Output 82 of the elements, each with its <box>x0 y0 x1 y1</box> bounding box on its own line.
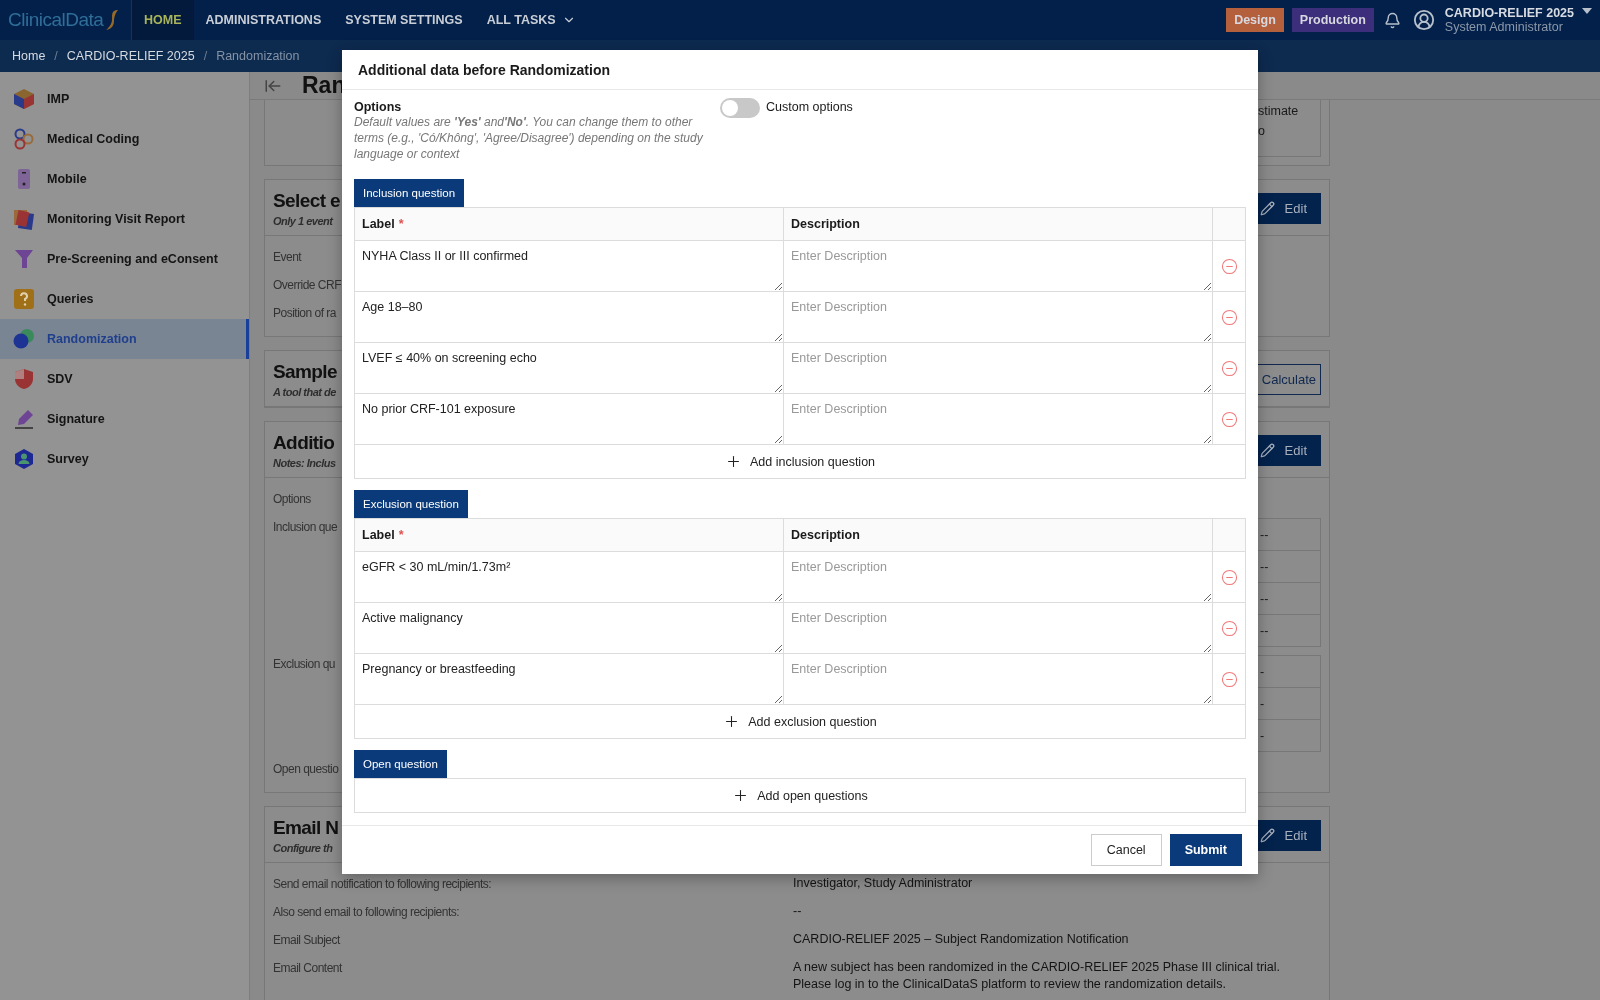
swoosh-logo-icon <box>105 8 120 32</box>
user-role: System Administrator <box>1444 20 1564 34</box>
cancel-button[interactable]: Cancel <box>1090 834 1162 866</box>
field-value: CARDIO-RELIEF 2025 – Subject Randomization Notification <box>793 931 1130 948</box>
breadcrumb-link[interactable]: CARDIO-RELIEF 2025 <box>66 49 195 63</box>
field-label: Email Content <box>273 960 342 975</box>
sidebar-item[interactable]: Pre-Screening and eConsent <box>0 239 249 279</box>
nav-tab[interactable]: SYSTEM SETTINGS <box>333 0 475 40</box>
card-subtitle: Only 1 event <box>273 214 333 227</box>
column-title: Label <box>362 217 395 231</box>
submit-button[interactable]: Submit <box>1169 834 1242 866</box>
card-title: Select e <box>273 189 341 212</box>
field-label: Position of ra <box>273 305 337 320</box>
cards-icon <box>13 208 35 230</box>
sidebar-item[interactable]: Survey <box>0 439 249 479</box>
toggle-label: Custom options <box>766 100 853 114</box>
field-label: Open questio <box>273 761 339 776</box>
field-value: Investigator, Study Administrator <box>793 875 974 892</box>
field-label: Event <box>273 249 302 264</box>
column-title: Description <box>791 217 860 231</box>
caret-icon[interactable] <box>1582 8 1592 14</box>
card-subtitle: A tool that de <box>273 385 336 398</box>
field-value: -- <box>793 903 803 920</box>
study-name: CARDIO-RELIEF 2025 <box>1444 6 1574 20</box>
pen-icon <box>13 408 35 430</box>
modal-title: Additional data before Randomization <box>358 61 610 78</box>
sidebar-item[interactable]: Mobile <box>0 159 249 199</box>
field-label: Email Subject <box>273 932 340 947</box>
breadcrumb-link[interactable]: Home <box>12 49 46 63</box>
rings-icon <box>13 128 35 150</box>
field-label: Inclusion que <box>273 519 338 534</box>
card-subtitle: Notes: Inclus <box>273 456 336 469</box>
card-subtitle: Configure th <box>273 841 333 854</box>
environment-button[interactable]: Production <box>1291 8 1374 32</box>
field-value: A new subject has been randomized in the CARDIO-RELIEF 2025 Phase III clinical trial. Please log in to the ClinicalDataS platform to review the randomization details. <box>793 959 1282 993</box>
funnel-icon <box>13 248 35 270</box>
field-label: Override CRF <box>273 277 341 292</box>
card-title: Additio <box>273 431 335 454</box>
question-icon <box>13 288 35 310</box>
breadcrumb-link[interactable]: Randomization <box>216 49 300 63</box>
nav-tab[interactable]: ALL TASKS <box>474 0 588 40</box>
nav-tab[interactable]: HOME <box>132 0 194 40</box>
remove-icon[interactable] <box>1220 568 1238 586</box>
shield-icon <box>13 368 35 390</box>
summary-text: stimate <box>1258 104 1299 118</box>
field-label: Send email notification to following recipients: <box>273 876 492 891</box>
required-mark: * <box>398 217 404 231</box>
sidebar-item[interactable]: Signature <box>0 399 249 439</box>
card-title: Sample <box>273 360 337 383</box>
field-label: Exclusion qu <box>273 656 336 671</box>
card-title: Email N <box>273 816 339 839</box>
remove-icon[interactable] <box>1220 619 1238 637</box>
cube-icon <box>13 88 35 110</box>
pencil-icon <box>1259 442 1275 458</box>
sidebar-item[interactable]: Monitoring Visit Report <box>0 199 249 239</box>
notification-bell-icon[interactable] <box>1383 11 1401 29</box>
circles-icon <box>13 328 35 350</box>
person-hexagon-icon <box>13 448 35 470</box>
sidebar-item[interactable]: SDV <box>0 359 249 399</box>
pencil-icon <box>1259 827 1275 843</box>
field-label: Options <box>273 491 311 506</box>
pencil-icon <box>1259 200 1275 216</box>
remove-icon[interactable] <box>1220 308 1238 326</box>
sidebar-item[interactable]: IMP <box>0 79 249 119</box>
required-mark: * <box>398 528 404 542</box>
toggle-switch[interactable] <box>720 98 760 118</box>
field-label: Also send email to following recipients: <box>273 904 460 919</box>
summary-text: o <box>1258 124 1265 138</box>
options-hint: Default values are 'Yes' and'No'. You can change them to other terms (e.g., 'Có/Không', 'Agree/Disagree') depending on the study language or context <box>354 114 704 162</box>
remove-icon[interactable] <box>1220 410 1238 428</box>
remove-icon[interactable] <box>1220 359 1238 377</box>
breadcrumb-separator: / <box>203 49 208 63</box>
user-avatar-icon[interactable] <box>1412 9 1435 31</box>
remove-icon[interactable] <box>1220 257 1238 275</box>
sidebar-item[interactable]: Queries <box>0 279 249 319</box>
options-label: Options <box>354 100 403 114</box>
sidebar-item[interactable]: Medical Coding <box>0 119 249 159</box>
nav-tab[interactable]: ADMINISTRATIONS <box>193 0 334 40</box>
column-title: Description <box>791 528 860 542</box>
breadcrumb-separator: / <box>54 49 58 63</box>
column-title: Label <box>362 528 395 542</box>
remove-icon[interactable] <box>1220 670 1238 688</box>
